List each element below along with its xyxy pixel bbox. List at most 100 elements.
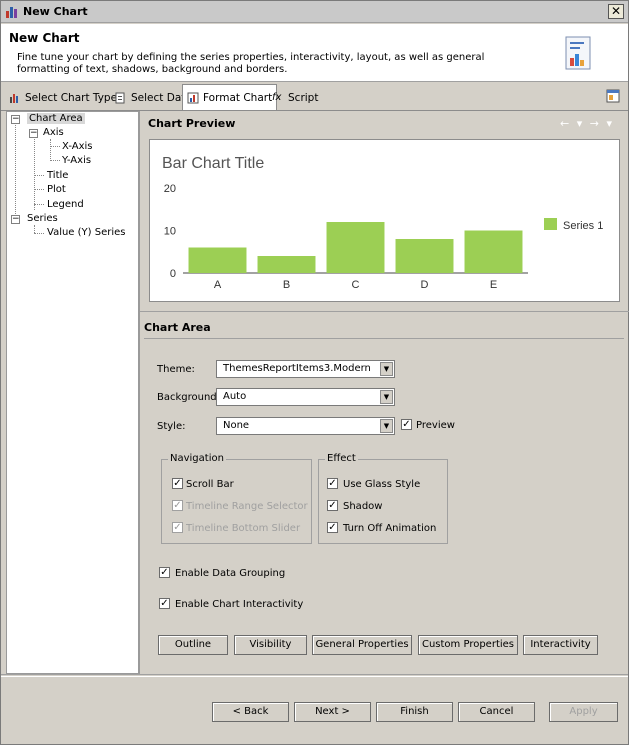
style-select[interactable]: None ▼ <box>216 417 395 435</box>
use-glass-style-checkbox[interactable]: ✓ <box>327 478 338 489</box>
chart-type-icon <box>10 94 18 103</box>
timeline-bottom-slider-label: Timeline Bottom Slider <box>186 523 301 534</box>
wizard-footer: < Back Next > Finish Cancel Apply <box>1 674 628 744</box>
tab-label: Format Chart <box>203 91 273 104</box>
title-bar: New Chart ✕ <box>1 1 628 23</box>
scroll-bar-label: Scroll Bar <box>186 479 234 490</box>
bar-d <box>395 239 454 273</box>
tree-line <box>50 146 60 147</box>
tree-item-axis[interactable]: Axis <box>43 127 64 138</box>
x-tick-label: E <box>490 279 497 291</box>
tree-item-x-axis[interactable]: X-Axis <box>62 141 93 152</box>
tree-line <box>34 189 44 190</box>
chart-preview-heading: Chart Preview <box>148 117 236 130</box>
enable-chart-interactivity-label: Enable Chart Interactivity <box>175 599 304 610</box>
bar-a <box>188 247 247 273</box>
tree-item-chart-area[interactable]: Chart Area <box>27 113 85 124</box>
turn-off-animation-checkbox[interactable]: ✓ <box>327 522 338 533</box>
format-tree: − Chart Area − Axis X-Axis Y-Axis Title … <box>6 111 139 674</box>
chevron-down-icon[interactable]: ▼ <box>380 419 393 433</box>
close-button[interactable]: ✕ <box>608 4 624 19</box>
preview-checkbox[interactable]: ✓ <box>401 419 412 430</box>
effect-group-title: Effect <box>325 453 358 464</box>
tree-line <box>50 139 51 161</box>
tree-line <box>34 175 44 176</box>
timeline-bottom-slider-checkbox: ✓ <box>172 522 183 533</box>
collapse-toggle-icon[interactable]: − <box>11 215 20 224</box>
tree-item-title[interactable]: Title <box>47 170 68 181</box>
general-properties-button[interactable]: General Properties <box>312 635 412 655</box>
enable-data-grouping-checkbox[interactable]: ✓ <box>159 567 170 578</box>
timeline-range-selector-checkbox: ✓ <box>172 500 183 511</box>
interactivity-button[interactable]: Interactivity <box>523 635 598 655</box>
preview-checkbox-label: Preview <box>416 420 455 431</box>
theme-value: ThemesReportItems3.Modern <box>223 363 371 374</box>
enable-chart-interactivity-checkbox[interactable]: ✓ <box>159 598 170 609</box>
bar-chart: Bar Chart Title 0 10 20 A B C D E Series 1 <box>162 155 603 291</box>
footer-separator <box>1 676 628 677</box>
bar-b <box>257 256 316 273</box>
collapse-toggle-icon[interactable]: − <box>11 115 20 124</box>
theme-label: Theme: <box>157 364 195 375</box>
chart-app-icon <box>6 7 17 18</box>
tree-item-legend[interactable]: Legend <box>47 199 84 210</box>
tab-format-chart[interactable]: Format Chart <box>182 84 278 110</box>
background-select[interactable]: Auto ▼ <box>216 388 395 406</box>
tree-item-y-axis[interactable]: Y-Axis <box>62 155 91 166</box>
wizard-chart-icon <box>565 36 591 70</box>
wizard-tabs: Select Chart Type Select Data Format Cha… <box>1 84 628 110</box>
shadow-checkbox[interactable]: ✓ <box>327 500 338 511</box>
next-button[interactable]: Next > <box>294 702 371 722</box>
chart-title: Bar Chart Title <box>162 155 264 172</box>
apply-button[interactable]: Apply <box>549 702 618 722</box>
scroll-bar-checkbox[interactable]: ✓ <box>172 478 183 489</box>
turn-off-animation-label: Turn Off Animation <box>343 523 437 534</box>
legend-label: Series 1 <box>563 220 603 232</box>
theme-select[interactable]: ThemesReportItems3.Modern ▼ <box>216 360 395 378</box>
header-description: Fine tune your chart by defining the ser… <box>17 52 485 75</box>
tree-line <box>15 125 16 220</box>
background-value: Auto <box>223 391 247 402</box>
bar-c <box>326 222 385 273</box>
chart-area-heading: Chart Area <box>144 321 211 334</box>
background-label: Background: <box>157 392 221 403</box>
layout-icon[interactable] <box>606 89 620 103</box>
back-button[interactable]: < Back <box>212 702 289 722</box>
y-tick-label: 20 <box>164 183 176 195</box>
navigation-group-title: Navigation <box>168 453 226 464</box>
custom-properties-button[interactable]: Custom Properties <box>418 635 518 655</box>
outline-button[interactable]: Outline <box>158 635 228 655</box>
tree-line <box>34 204 44 205</box>
shadow-label: Shadow <box>343 501 383 512</box>
visibility-button[interactable]: Visibility <box>234 635 307 655</box>
tab-select-chart-type[interactable]: Select Chart Type <box>5 86 121 110</box>
fx-icon: fx <box>272 92 282 103</box>
wizard-header: New Chart Fine tune your chart by defini… <box>1 24 628 82</box>
style-label: Style: <box>157 421 186 432</box>
new-chart-window: New Chart ✕ New Chart Fine tune your cha… <box>0 0 629 745</box>
x-tick-label: D <box>421 279 429 291</box>
collapse-toggle-icon[interactable]: − <box>29 129 38 138</box>
heading-underline <box>144 338 624 339</box>
tree-line <box>34 233 44 234</box>
tab-script[interactable]: fx Script <box>268 86 322 110</box>
enable-data-grouping-label: Enable Data Grouping <box>175 568 286 579</box>
y-tick-label: 0 <box>170 268 176 280</box>
effect-group: Effect ✓ Use Glass Style ✓ Shadow ✓ Turn… <box>318 453 448 544</box>
use-glass-style-label: Use Glass Style <box>343 479 421 490</box>
chevron-down-icon[interactable]: ▼ <box>380 362 393 376</box>
tree-item-plot[interactable]: Plot <box>47 184 66 195</box>
x-tick-label: A <box>214 279 222 291</box>
finish-button[interactable]: Finish <box>376 702 453 722</box>
x-tick-label: B <box>283 279 290 291</box>
close-icon: ✕ <box>610 4 622 18</box>
tree-item-value-y-series[interactable]: Value (Y) Series <box>47 227 125 238</box>
navigation-group: Navigation ✓ Scroll Bar ✓ Timeline Range… <box>161 453 312 544</box>
cancel-button[interactable]: Cancel <box>458 702 535 722</box>
tree-item-series[interactable]: Series <box>27 213 58 224</box>
x-tick-label: C <box>352 279 360 291</box>
chevron-down-icon[interactable]: ▼ <box>380 390 393 404</box>
preview-nav-arrows-icon[interactable]: ← ▾ → ▾ <box>560 117 614 130</box>
tree-line <box>50 160 60 161</box>
chart-preview: Bar Chart Title 0 10 20 A B C D E Series 1 <box>149 139 620 302</box>
